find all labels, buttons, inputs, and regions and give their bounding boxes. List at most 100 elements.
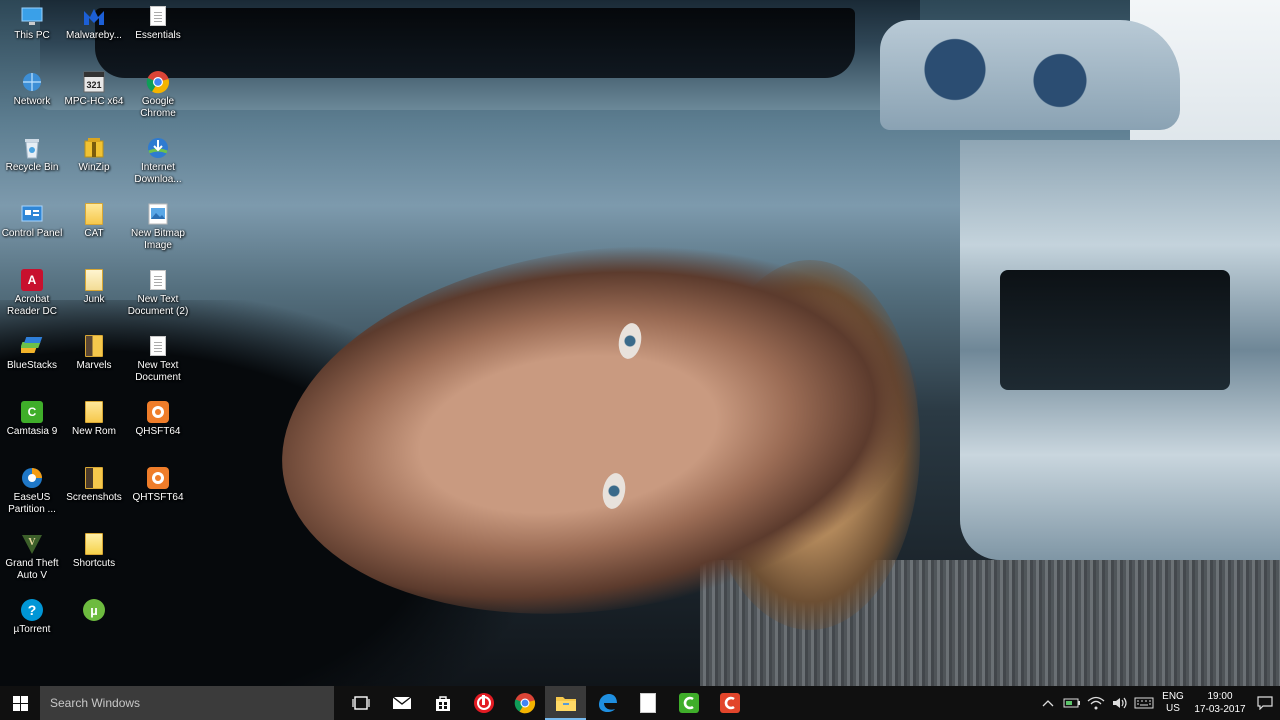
desktop-icon-internet-download-manager[interactable]: Internet Downloa... bbox=[126, 132, 190, 194]
keyboard-button[interactable] bbox=[1132, 686, 1156, 720]
internet-download-manager-icon bbox=[146, 136, 170, 160]
folder-icon bbox=[82, 466, 106, 490]
keyboard-icon bbox=[1134, 697, 1154, 709]
desktop-icon-qhtsft64[interactable]: QHTSFT64 bbox=[126, 462, 190, 524]
desktop-icon-essentials[interactable]: Essentials bbox=[126, 0, 190, 62]
taskbar-clock[interactable]: 19:00 17-03-2017 bbox=[1190, 690, 1250, 716]
file-explorer-icon bbox=[555, 697, 576, 711]
battery-button[interactable] bbox=[1060, 686, 1084, 720]
this-pc-icon bbox=[20, 4, 44, 28]
utorrent-icon: µ bbox=[82, 598, 106, 622]
svg-text:?: ? bbox=[28, 602, 37, 618]
camtasia-icon bbox=[678, 693, 699, 713]
folder-icon bbox=[82, 400, 106, 424]
desktop-icon-screenshots[interactable]: Screenshots bbox=[62, 462, 126, 524]
desktop-icon-google-chrome[interactable]: Google Chrome bbox=[126, 66, 190, 128]
clock-time: 19:00 bbox=[1207, 691, 1233, 702]
svg-text:V: V bbox=[28, 537, 36, 548]
language-code: ENG bbox=[1162, 691, 1184, 702]
folder-icon bbox=[82, 202, 106, 226]
control-panel-icon bbox=[20, 202, 44, 226]
desktop-icon-winzip[interactable]: WinZip bbox=[62, 132, 126, 194]
desktop-icon-mpc-hc[interactable]: 321 MPC-HC x64 bbox=[62, 66, 126, 128]
svg-text:321: 321 bbox=[86, 80, 101, 90]
desktop-icon-network[interactable]: Network bbox=[0, 66, 64, 128]
desktop-icon-utorrent[interactable]: µ bbox=[62, 594, 126, 656]
svg-text:µ: µ bbox=[90, 603, 98, 618]
text-document-icon bbox=[146, 268, 170, 292]
system-tray: ENG US 19:00 17-03-2017 bbox=[1036, 686, 1280, 720]
hp-support-icon: ? bbox=[20, 598, 44, 622]
bluestacks-icon bbox=[20, 334, 44, 358]
desktop-icon-hp-support[interactable]: ? µTorrent bbox=[0, 594, 64, 656]
windows-logo-icon bbox=[12, 695, 28, 711]
chrome-icon bbox=[514, 693, 535, 714]
chrome-icon bbox=[146, 70, 170, 94]
input-language-indicator[interactable]: ENG US bbox=[1156, 691, 1190, 715]
chevron-up-icon bbox=[1042, 700, 1054, 707]
camtasia-recorder-icon bbox=[719, 693, 740, 713]
desktop-icon-bluestacks[interactable]: BlueStacks bbox=[0, 330, 64, 392]
desktop-icon-new-text-document-2[interactable]: New Text Document (2) bbox=[126, 264, 190, 326]
taskbar-search-box[interactable]: Search Windows bbox=[40, 686, 334, 720]
volume-icon bbox=[1113, 697, 1127, 709]
camtasia-icon: C bbox=[20, 400, 44, 424]
file-explorer-button[interactable] bbox=[545, 686, 586, 720]
chrome-button[interactable] bbox=[504, 686, 545, 720]
recycle-bin-icon bbox=[20, 136, 44, 160]
mail-button[interactable] bbox=[381, 686, 422, 720]
desktop-icon-shortcuts[interactable]: Shortcuts bbox=[62, 528, 126, 590]
desktop-icon-this-pc[interactable]: This PC bbox=[0, 0, 64, 62]
store-button[interactable] bbox=[422, 686, 463, 720]
region-code: US bbox=[1166, 703, 1180, 714]
desktop-icon-gta-v[interactable]: V Grand Theft Auto V bbox=[0, 528, 64, 590]
edge-button[interactable] bbox=[586, 686, 627, 720]
gta-v-icon: V bbox=[20, 532, 44, 556]
network-icon bbox=[20, 70, 44, 94]
taskbar: Search Windows ENG US 19:00 17-03-2017 bbox=[0, 686, 1280, 720]
desktop-icon-cat[interactable]: CAT bbox=[62, 198, 126, 260]
show-hidden-icons-button[interactable] bbox=[1036, 686, 1060, 720]
wifi-icon bbox=[1087, 696, 1105, 710]
winzip-icon bbox=[82, 136, 106, 160]
camtasia-red-button[interactable] bbox=[709, 686, 750, 720]
desktop-icon-control-panel[interactable]: Control Panel bbox=[0, 198, 64, 260]
folder-icon bbox=[82, 268, 106, 292]
wifi-button[interactable] bbox=[1084, 686, 1108, 720]
text-document-icon bbox=[146, 334, 170, 358]
desktop-icon-easeus[interactable]: EaseUS Partition ... bbox=[0, 462, 64, 524]
action-center-button[interactable] bbox=[1250, 686, 1280, 720]
desktop-icon-marvels[interactable]: Marvels bbox=[62, 330, 126, 392]
mail-icon bbox=[392, 696, 411, 709]
malwarebytes-icon bbox=[82, 4, 106, 28]
desktop-icon-recycle-bin[interactable]: Recycle Bin bbox=[0, 132, 64, 194]
battery-icon bbox=[1063, 698, 1080, 708]
desktop-icon-acrobat-reader[interactable]: A Acrobat Reader DC bbox=[0, 264, 64, 326]
desktop-icon-qhsft64[interactable]: QHSFT64 bbox=[126, 396, 190, 458]
desktop-icon-junk[interactable]: Junk bbox=[62, 264, 126, 326]
start-button[interactable] bbox=[0, 686, 40, 720]
notification-icon bbox=[1257, 696, 1273, 710]
task-view-icon bbox=[351, 696, 370, 710]
clock-date: 17-03-2017 bbox=[1194, 704, 1246, 715]
notepad-button[interactable] bbox=[627, 686, 668, 720]
easeus-icon bbox=[20, 466, 44, 490]
camtasia-recorder-button[interactable] bbox=[668, 686, 709, 720]
search-placeholder: Search Windows bbox=[50, 696, 141, 710]
desktop-icon-camtasia[interactable]: C Camtasia 9 bbox=[0, 396, 64, 458]
desktop-icon-new-rom[interactable]: New Rom bbox=[62, 396, 126, 458]
mpc-hc-icon: 321 bbox=[82, 70, 106, 94]
edge-icon bbox=[598, 694, 617, 713]
beats-button[interactable] bbox=[463, 686, 504, 720]
desktop-icon-new-bitmap-image[interactable]: New Bitmap Image bbox=[126, 198, 190, 260]
desktop-icon-grid: This PC Network Recycle Bin Control Pane… bbox=[0, 0, 200, 686]
bitmap-image-icon bbox=[146, 202, 170, 226]
qhsft-icon bbox=[146, 400, 170, 424]
taskbar-pinned-apps bbox=[340, 686, 750, 720]
desktop-icon-new-text-document[interactable]: New Text Document bbox=[126, 330, 190, 392]
text-document-icon bbox=[146, 4, 170, 28]
task-view-button[interactable] bbox=[340, 686, 381, 720]
desktop-icon-malwarebytes[interactable]: Malwareby... bbox=[62, 0, 126, 62]
volume-button[interactable] bbox=[1108, 686, 1132, 720]
beats-icon bbox=[473, 693, 494, 713]
